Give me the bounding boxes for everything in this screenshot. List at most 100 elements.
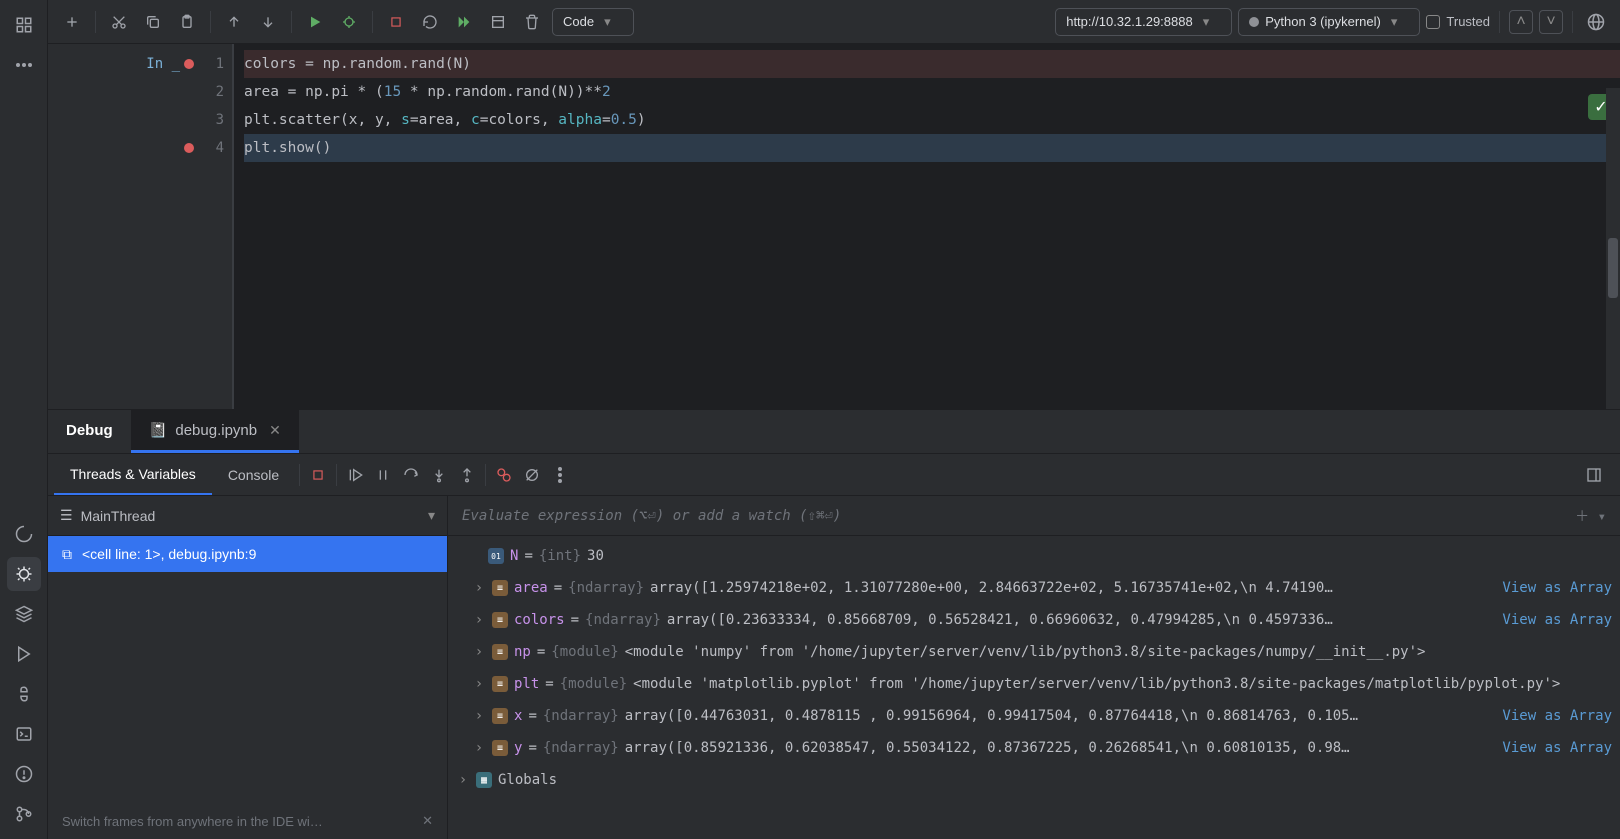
cut-button[interactable] bbox=[105, 8, 133, 36]
variables-button[interactable] bbox=[484, 8, 512, 36]
add-watch-icon[interactable]: ＋ ▾ bbox=[1575, 506, 1606, 526]
pause-button[interactable] bbox=[369, 461, 397, 489]
run-cell-button[interactable] bbox=[301, 8, 329, 36]
int-icon: 01 bbox=[488, 548, 504, 564]
delete-button[interactable] bbox=[518, 8, 546, 36]
trusted-label: Trusted bbox=[1446, 14, 1490, 29]
move-down-button[interactable] bbox=[254, 8, 282, 36]
notebook-toolbar: Code ▾ http://10.32.1.29:8888 ▾ Python 3… bbox=[48, 0, 1620, 44]
stack-frame[interactable]: ⧉ <cell line: 1>, debug.ipynb:9 bbox=[48, 536, 447, 572]
tab-file[interactable]: 📓 debug.ipynb ✕ bbox=[131, 410, 299, 453]
array-icon: ≡ bbox=[492, 612, 508, 628]
module-icon: ≡ bbox=[492, 644, 508, 660]
view-as-array-link[interactable]: View as Array bbox=[1482, 740, 1612, 756]
frame-label: <cell line: 1>, debug.ipynb:9 bbox=[82, 546, 256, 562]
cell-type-select[interactable]: Code ▾ bbox=[552, 8, 634, 36]
var-row[interactable]: › ≡ y = {ndarray} array([0.85921336, 0.6… bbox=[448, 732, 1620, 764]
more-icon[interactable] bbox=[7, 48, 41, 82]
breakpoint-icon[interactable] bbox=[184, 143, 194, 153]
checkbox-icon bbox=[1426, 15, 1440, 29]
debug-cell-button[interactable] bbox=[335, 8, 363, 36]
expand-icon[interactable]: › bbox=[472, 740, 486, 756]
threads-frames: ☰ MainThread ▾ ⧉ <cell line: 1>, debug.i… bbox=[48, 496, 448, 839]
tab-debug[interactable]: Debug bbox=[48, 410, 131, 453]
copy-button[interactable] bbox=[139, 8, 167, 36]
more-options-button[interactable] bbox=[546, 461, 574, 489]
bug-icon[interactable] bbox=[7, 557, 41, 591]
cell-type-label: Code bbox=[563, 14, 594, 29]
server-select[interactable]: http://10.32.1.29:8888 ▾ bbox=[1055, 8, 1232, 36]
thread-selector[interactable]: ☰ MainThread ▾ bbox=[48, 496, 447, 536]
chevron-down-icon: ▾ bbox=[428, 507, 435, 524]
tab-file-label: debug.ipynb bbox=[175, 422, 257, 439]
module-icon: ≡ bbox=[492, 676, 508, 692]
run-icon[interactable] bbox=[7, 637, 41, 671]
python-icon[interactable] bbox=[7, 677, 41, 711]
resume-button[interactable] bbox=[341, 461, 369, 489]
variable-list: 01 N = {int} 30 › ≡ area = {ndarray} arr… bbox=[448, 536, 1620, 839]
view-as-array-link[interactable]: View as Array bbox=[1482, 708, 1612, 724]
globe-icon[interactable] bbox=[1582, 8, 1610, 36]
kernel-select[interactable]: Python 3 (ipykernel) ▾ bbox=[1238, 8, 1420, 36]
globals-icon: ▦ bbox=[476, 772, 492, 788]
run-all-button[interactable] bbox=[450, 8, 478, 36]
var-row[interactable]: 01 N = {int} 30 bbox=[448, 540, 1620, 572]
var-row[interactable]: › ≡ colors = {ndarray} array([0.23633334… bbox=[448, 604, 1620, 636]
var-row[interactable]: › ≡ np = {module} <module 'numpy' from '… bbox=[448, 636, 1620, 668]
step-into-button[interactable] bbox=[425, 461, 453, 489]
tab-threads-variables[interactable]: Threads & Variables bbox=[54, 454, 212, 495]
chevron-down-icon: ▾ bbox=[604, 14, 611, 30]
var-row[interactable]: › ≡ plt = {module} <module 'matplotlib.p… bbox=[448, 668, 1620, 700]
step-out-button[interactable] bbox=[453, 461, 481, 489]
step-over-button[interactable] bbox=[397, 461, 425, 489]
terminal-icon[interactable] bbox=[7, 717, 41, 751]
var-row[interactable]: › ≡ area = {ndarray} array([1.25974218e+… bbox=[448, 572, 1620, 604]
trusted-indicator[interactable]: Trusted bbox=[1426, 14, 1490, 29]
stop-button[interactable] bbox=[382, 8, 410, 36]
apps-icon[interactable] bbox=[7, 8, 41, 42]
expand-icon[interactable]: › bbox=[472, 708, 486, 724]
expand-icon[interactable]: › bbox=[472, 676, 486, 692]
frame-icon: ⧉ bbox=[62, 546, 72, 563]
view-as-array-link[interactable]: View as Array bbox=[1482, 612, 1612, 628]
evaluate-input[interactable]: Evaluate expression (⌥⏎) or add a watch … bbox=[448, 496, 1620, 536]
expand-icon[interactable]: › bbox=[456, 772, 470, 788]
stack-icon: ☰ bbox=[60, 507, 73, 524]
cell-prompt: In _ bbox=[48, 44, 188, 409]
scrollbar[interactable] bbox=[1606, 88, 1620, 409]
git-icon[interactable] bbox=[7, 797, 41, 831]
nav-down-button[interactable]: ˅ bbox=[1539, 10, 1563, 34]
tab-console[interactable]: Console bbox=[212, 454, 295, 495]
loading-icon[interactable] bbox=[7, 517, 41, 551]
problems-icon[interactable] bbox=[7, 757, 41, 791]
expand-icon[interactable]: › bbox=[472, 580, 486, 596]
add-cell-button[interactable] bbox=[58, 8, 86, 36]
kernel-label: Python 3 (ipykernel) bbox=[1265, 14, 1381, 29]
close-icon[interactable]: ✕ bbox=[422, 813, 433, 829]
expand-icon[interactable]: › bbox=[472, 644, 486, 660]
var-row[interactable]: › ≡ x = {ndarray} array([0.44763031, 0.4… bbox=[448, 700, 1620, 732]
code-area[interactable]: colors = np.random.rand(N) area = np.pi … bbox=[232, 44, 1620, 409]
array-icon: ≡ bbox=[492, 740, 508, 756]
notebook-icon: 📓 bbox=[149, 421, 168, 439]
view-as-array-link[interactable]: View as Array bbox=[1482, 580, 1612, 596]
gutter[interactable]: 1 2 3 4 bbox=[188, 44, 232, 409]
view-breakpoints-button[interactable] bbox=[490, 461, 518, 489]
expand-icon[interactable]: › bbox=[472, 612, 486, 628]
var-row[interactable]: › ▦ Globals bbox=[448, 764, 1620, 796]
stop-debug-button[interactable] bbox=[304, 461, 332, 489]
paste-button[interactable] bbox=[173, 8, 201, 36]
layout-button[interactable] bbox=[1580, 461, 1608, 489]
array-icon: ≡ bbox=[492, 580, 508, 596]
layers-icon[interactable] bbox=[7, 597, 41, 631]
move-up-button[interactable] bbox=[220, 8, 248, 36]
close-icon[interactable]: ✕ bbox=[269, 422, 281, 439]
mute-breakpoints-button[interactable] bbox=[518, 461, 546, 489]
restart-button[interactable] bbox=[416, 8, 444, 36]
nav-up-button[interactable]: ˄ bbox=[1509, 10, 1533, 34]
thread-name: MainThread bbox=[81, 508, 156, 524]
breakpoint-icon[interactable] bbox=[184, 59, 194, 69]
eval-placeholder: Evaluate expression (⌥⏎) or add a watch … bbox=[462, 508, 841, 524]
debug-toolbar: Threads & Variables Console bbox=[48, 454, 1620, 496]
code-editor[interactable]: In _ 1 2 3 4 colors = np.random.rand(N) … bbox=[48, 44, 1620, 409]
